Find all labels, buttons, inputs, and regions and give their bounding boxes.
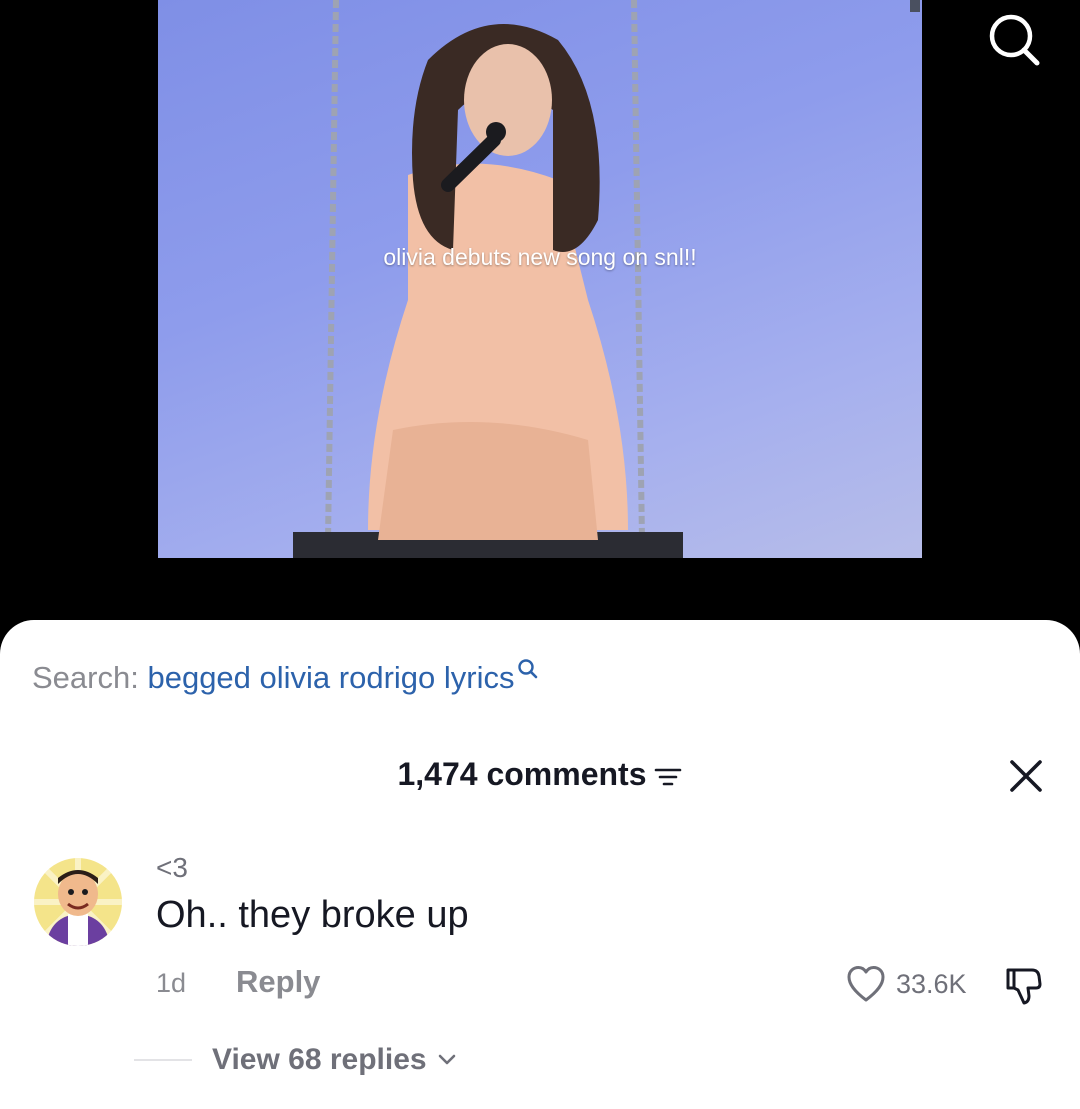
comments-header: 1,474 comments: [0, 752, 1080, 800]
like-button[interactable]: 33.6K: [846, 962, 967, 1006]
related-search-link[interactable]: Search: begged olivia rodrigo lyrics: [32, 658, 539, 698]
comments-count: 1,474 comments: [397, 756, 647, 792]
close-button[interactable]: [1006, 756, 1046, 796]
avatar-image: [34, 858, 122, 946]
chevron-down-icon: [438, 1054, 455, 1065]
search-icon: [517, 659, 537, 679]
thumbs-down-icon: [1006, 968, 1042, 1005]
video-still-image: [293, 0, 683, 558]
close-icon: [1010, 760, 1042, 792]
top-search-button[interactable]: [984, 12, 1044, 68]
dislike-button[interactable]: [1002, 964, 1046, 1008]
view-replies-label: View 68 replies: [212, 1043, 427, 1076]
video-caption: olivia debuts new song on snl!!: [383, 244, 697, 270]
comment-text: Oh.. they broke up: [156, 894, 469, 936]
like-count: 33.6K: [896, 968, 967, 999]
comments-sheet: Search: begged olivia rodrigo lyrics 1,4…: [0, 620, 1080, 1109]
avatar[interactable]: [34, 858, 122, 946]
video-player[interactable]: olivia debuts new song on snl!!: [0, 0, 1080, 640]
search-query[interactable]: begged olivia rodrigo lyrics: [147, 660, 514, 695]
comment-username[interactable]: <3: [156, 852, 188, 884]
screen: olivia debuts new song on snl!! Search: …: [0, 0, 1080, 1109]
comment-item: <3 Oh.. they broke up 1d Reply 33.6K Vie…: [0, 852, 1080, 1082]
search-icon: [989, 14, 1040, 66]
comments-count-row: 1,474 comments: [0, 756, 1080, 793]
sort-icon[interactable]: [653, 765, 683, 789]
replies-divider: [134, 1059, 192, 1061]
reply-button[interactable]: Reply: [236, 964, 320, 1000]
heart-icon: [847, 966, 885, 1002]
video-frame[interactable]: olivia debuts new song on snl!!: [158, 0, 922, 558]
video-edge-marker: [910, 0, 920, 12]
comment-timestamp: 1d: [156, 968, 187, 998]
view-replies-button[interactable]: View 68 replies: [134, 1040, 457, 1080]
search-prefix: Search:: [32, 660, 139, 695]
